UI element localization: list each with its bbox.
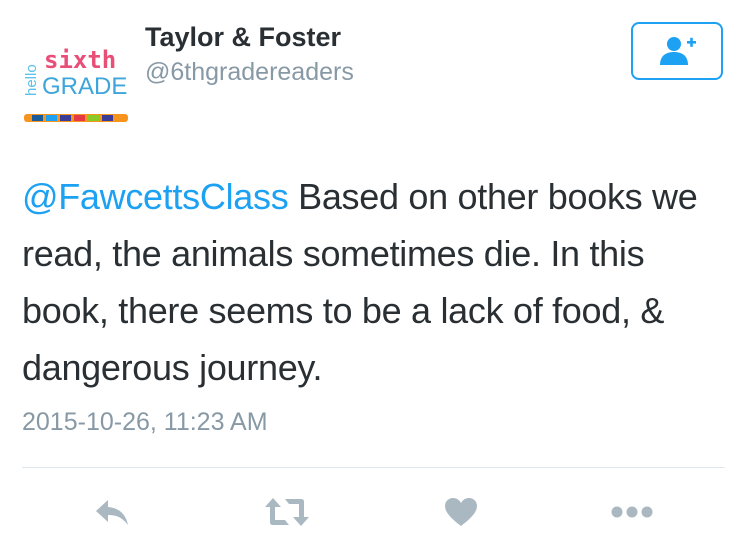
follow-button[interactable]	[631, 22, 723, 80]
tweet-timestamp: 2015-10-26, 11:23 AM	[22, 408, 268, 436]
tweet-text: @FawcettsClass Based on other books we r…	[22, 168, 727, 396]
divider	[22, 467, 725, 468]
reply-button[interactable]	[92, 494, 134, 530]
logo-sixth-text: sixth	[44, 46, 116, 74]
add-user-icon	[660, 37, 696, 65]
like-heart-icon	[445, 498, 477, 526]
user-handle[interactable]: @6thgradereaders	[145, 58, 354, 87]
reply-icon	[96, 500, 128, 525]
more-icon	[611, 506, 653, 518]
retweet-icon	[265, 498, 309, 526]
more-button[interactable]	[608, 494, 656, 530]
mention-link[interactable]: @FawcettsClass	[22, 176, 289, 217]
retweet-button[interactable]	[262, 494, 312, 530]
logo-hello-text: hello	[23, 64, 40, 96]
logo-grade-text: GRADE	[42, 73, 127, 100]
display-name[interactable]: Taylor & Foster	[145, 22, 341, 53]
like-button[interactable]	[442, 494, 480, 530]
avatar[interactable]: hello sixth GRADE	[22, 30, 130, 126]
hello-sixth-grade-logo-icon: hello sixth GRADE	[23, 46, 128, 122]
